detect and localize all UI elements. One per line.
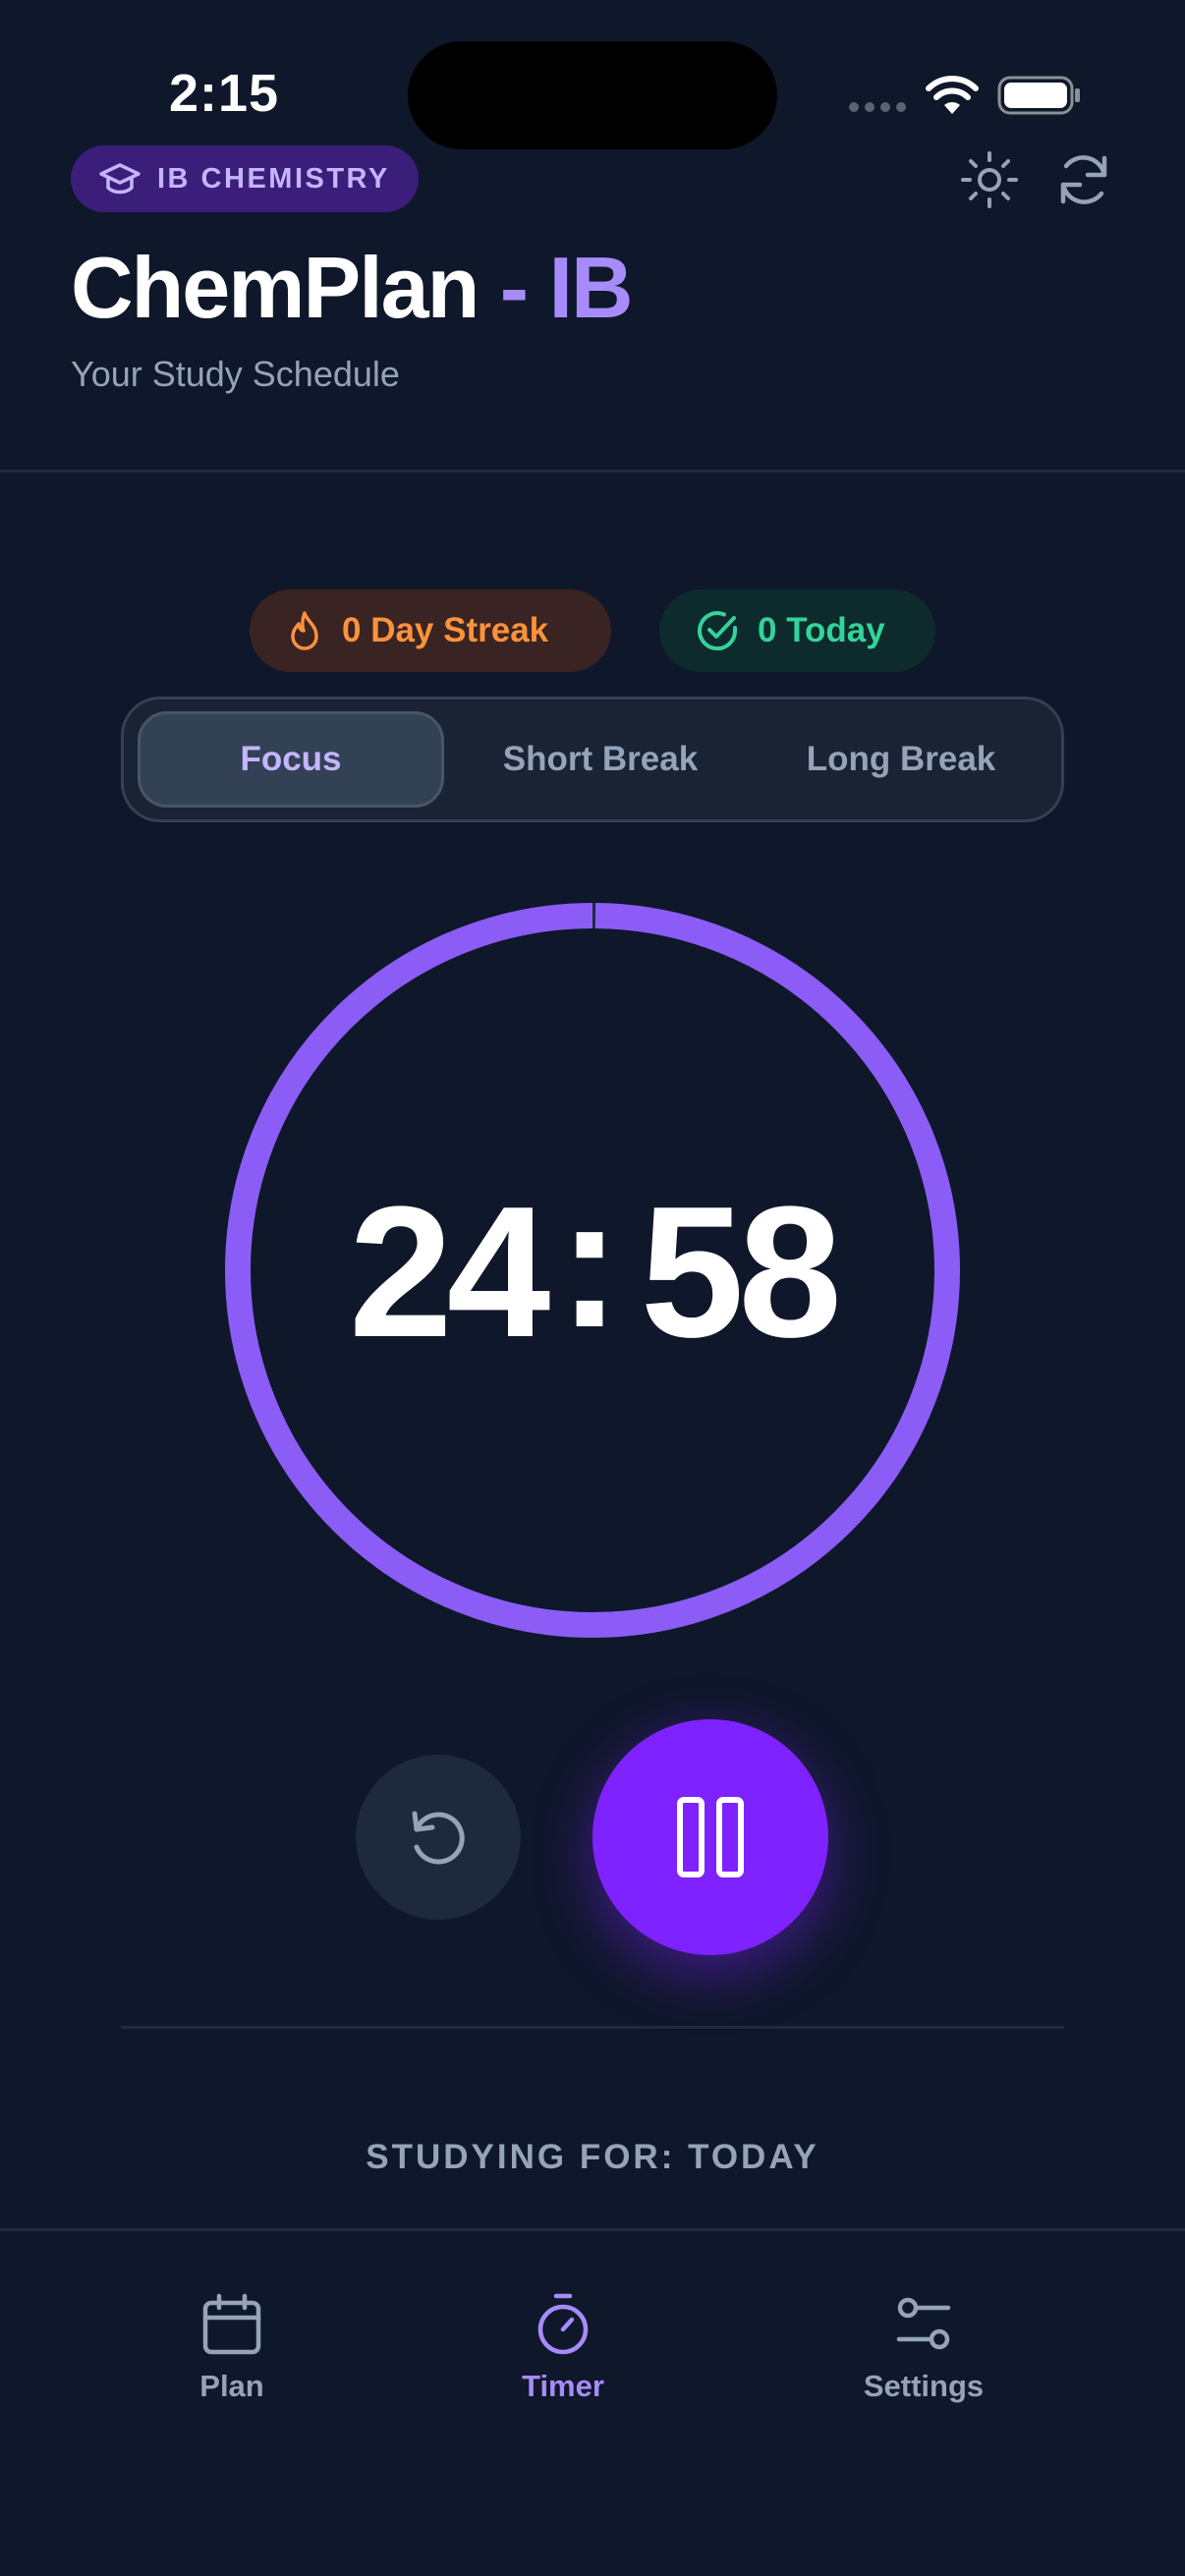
timer-seconds: 58: [640, 1168, 842, 1376]
graduation-cap-icon: [99, 163, 141, 195]
flame-icon: [291, 611, 318, 650]
dynamic-island: [408, 41, 777, 149]
mode-tab-short-break[interactable]: Short Break: [452, 711, 749, 808]
streak-badge: 0 Day Streak: [250, 589, 611, 672]
nav-label-settings: Settings: [863, 2369, 985, 2403]
header-divider: [0, 470, 1185, 473]
timer-separator: :: [558, 1158, 620, 1367]
wifi-icon: [926, 76, 979, 114]
nav-item-settings[interactable]: Settings: [816, 2292, 1032, 2420]
streak-label: 0 Day Streak: [342, 611, 549, 649]
bottom-navigation: Plan Timer Settings: [0, 2228, 1185, 2576]
mode-tab-long-break[interactable]: Long Break: [753, 711, 1049, 808]
mode-selector: Focus Short Break Long Break: [121, 697, 1064, 822]
nav-item-timer[interactable]: Timer: [455, 2292, 671, 2420]
battery-icon: [997, 76, 1080, 115]
app-subtitle: Your Study Schedule: [71, 354, 400, 394]
sun-icon[interactable]: [959, 149, 1020, 210]
app-title-main: ChemPlan: [71, 239, 480, 336]
cellular-signal-icon: [849, 102, 908, 116]
nav-item-plan[interactable]: Plan: [124, 2292, 340, 2420]
reset-button[interactable]: [356, 1755, 521, 1920]
mode-tab-focus[interactable]: Focus: [138, 711, 444, 808]
timer-display: 24 : 58: [224, 1158, 961, 1385]
nav-label-plan: Plan: [199, 2369, 264, 2403]
subject-badge: IB CHEMISTRY: [71, 145, 419, 212]
pause-button[interactable]: [592, 1719, 828, 1955]
controls-divider: [121, 2026, 1064, 2029]
timer-minutes: 24: [349, 1168, 550, 1376]
check-circle-icon: [698, 611, 738, 651]
calendar-icon: [202, 2293, 261, 2355]
today-label: 0 Today: [758, 611, 885, 649]
app-title-accent: - IB: [499, 239, 634, 336]
refresh-icon[interactable]: [1053, 149, 1114, 210]
stopwatch-icon: [537, 2293, 589, 2355]
sliders-icon: [896, 2297, 951, 2350]
studying-for-label: STUDYING FOR: TODAY: [366, 2138, 819, 2176]
nav-label-timer: Timer: [522, 2369, 604, 2403]
today-count-badge: 0 Today: [659, 589, 935, 672]
status-bar-time: 2:15: [169, 64, 280, 123]
subject-badge-label: IB CHEMISTRY: [157, 162, 390, 195]
reset-icon: [412, 1811, 465, 1865]
app-title: ChemPlan - IB: [71, 234, 634, 342]
pause-icon: [677, 1797, 744, 1877]
